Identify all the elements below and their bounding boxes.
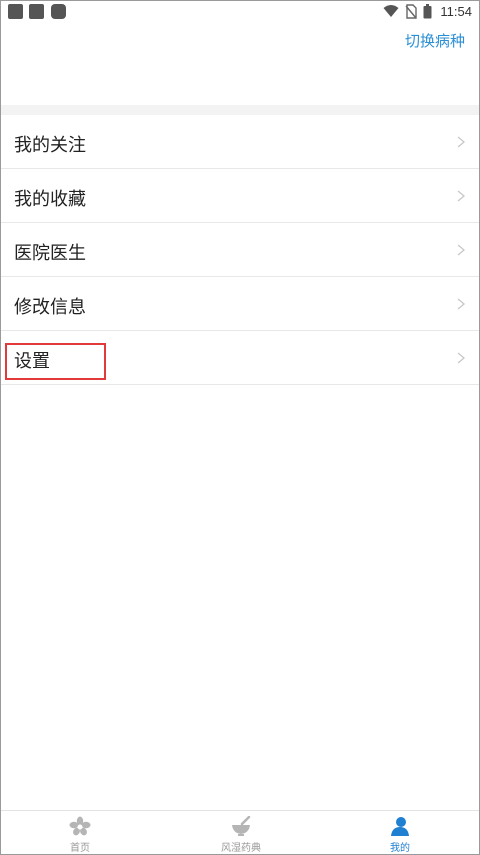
battery-icon [423, 3, 432, 18]
chevron-right-icon [457, 136, 466, 148]
no-sim-icon [405, 3, 418, 19]
menu-item-label: 我的关注 [14, 135, 86, 156]
switch-disease-button[interactable]: 切换病种 [405, 30, 465, 51]
tab-label: 我的 [390, 843, 410, 854]
notification-icon [29, 4, 44, 19]
status-bar: 11:54 [0, 0, 480, 22]
chevron-right-icon [457, 352, 466, 364]
tab-label: 首页 [70, 843, 90, 854]
menu-item-my-favorites[interactable]: 我的收藏 [1, 169, 479, 223]
menu-item-label: 医院医生 [14, 243, 86, 264]
chevron-right-icon [457, 298, 466, 310]
menu-item-label: 我的收藏 [14, 189, 86, 210]
notification-icon [51, 4, 66, 19]
flower-icon [69, 816, 91, 836]
chevron-right-icon [457, 244, 466, 256]
person-icon [391, 817, 409, 836]
tab-rheumatism-pharmacopoeia[interactable]: 风湿药典 [181, 811, 301, 854]
bottom-tab-bar: 首页 风湿药典 我的 [1, 810, 479, 854]
menu-item-label: 设置 [14, 351, 50, 372]
notification-icon [8, 4, 23, 19]
chevron-right-icon [457, 190, 466, 202]
menu-item-hospital-doctors[interactable]: 医院医生 [1, 223, 479, 277]
menu-item-my-follows[interactable]: 我的关注 [1, 115, 479, 169]
wifi-icon [383, 5, 399, 17]
menu-item-edit-info[interactable]: 修改信息 [1, 277, 479, 331]
clock: 11:54 [440, 3, 472, 19]
profile-menu: 我的关注 我的收藏 医院医生 修改信息 设置 [1, 115, 479, 385]
menu-item-settings[interactable]: 设置 [1, 331, 479, 385]
mortar-bowl-icon [232, 816, 251, 836]
tab-home[interactable]: 首页 [20, 811, 140, 854]
menu-item-label: 修改信息 [14, 297, 86, 318]
section-divider [1, 105, 479, 115]
tab-label: 风湿药典 [221, 843, 261, 854]
tab-mine[interactable]: 我的 [340, 811, 460, 854]
